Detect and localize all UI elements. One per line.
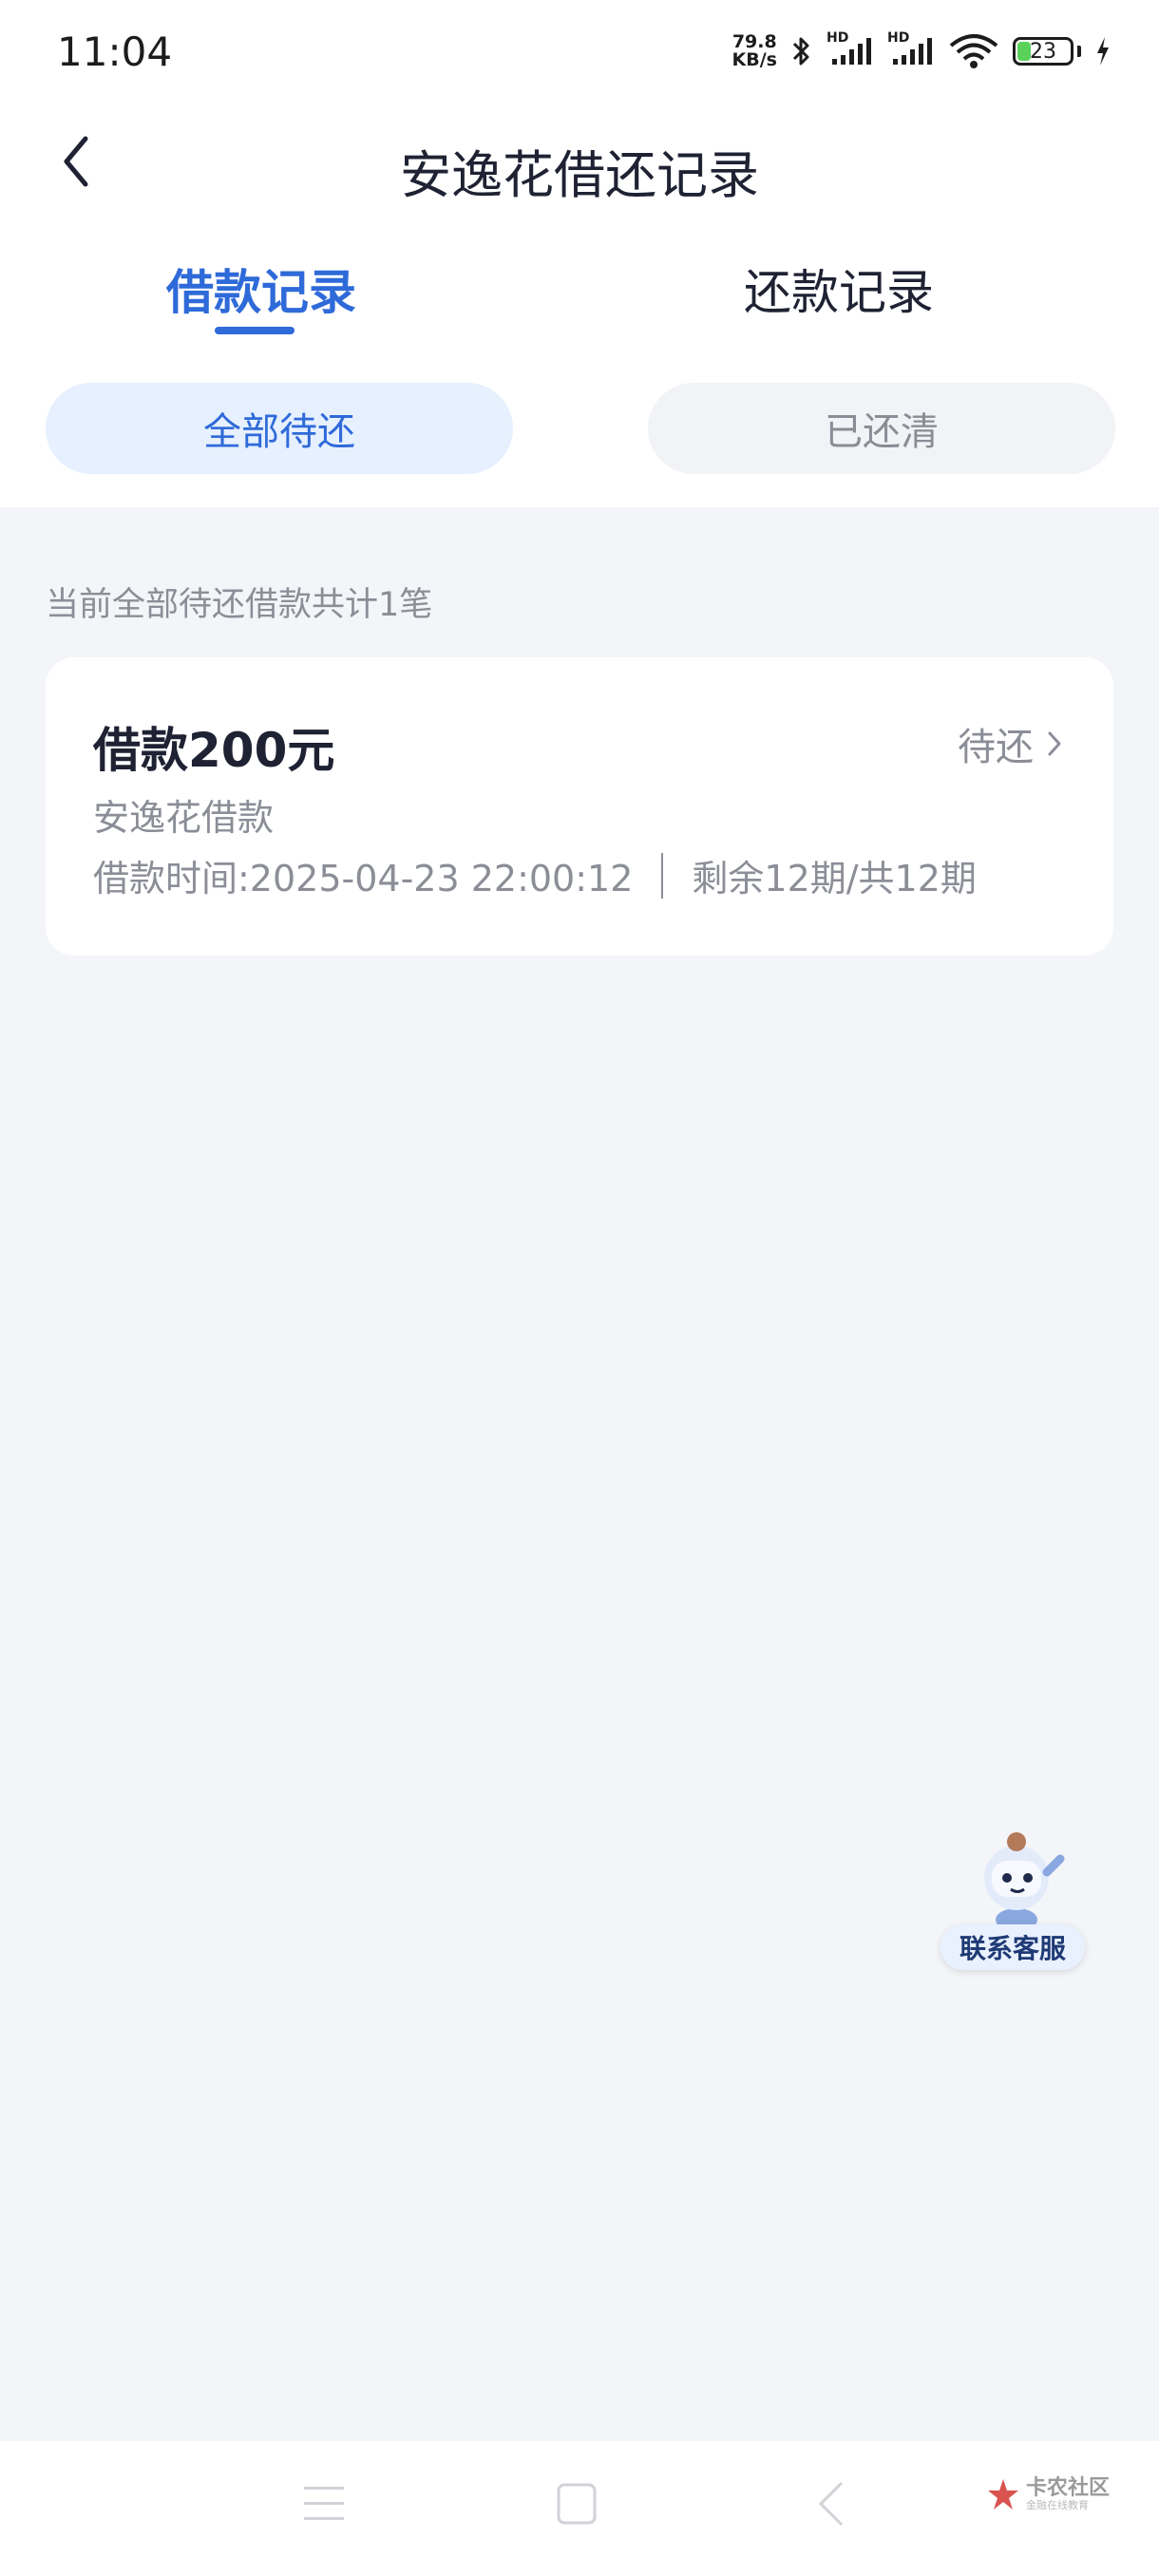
loan-time: 借款时间:2025-04-23 22:00:12	[93, 858, 634, 900]
loan-periods: 剩余12期/共12期	[692, 858, 977, 900]
filter-all-pending[interactable]: 全部待还	[46, 383, 513, 474]
charging-icon	[1097, 37, 1109, 66]
network-speed: 79.8 KB/s	[732, 31, 777, 70]
filter-cleared[interactable]: 已还清	[648, 383, 1115, 474]
signal-1-icon: HD	[826, 30, 874, 68]
battery-tip	[1077, 46, 1081, 57]
loan-status[interactable]: 待还	[958, 716, 1062, 771]
page-title: 安逸花借还记录	[400, 145, 759, 205]
mascot-icon	[984, 1832, 1065, 1931]
divider	[661, 852, 664, 899]
watermark-logo-icon	[988, 2479, 1018, 2510]
watermark-name: 卡农社区	[1026, 2476, 1111, 2500]
tab-loan-records[interactable]: 借款记录	[166, 255, 356, 323]
loan-record-card[interactable]: 借款200元 待还 安逸花借款 借款时间:2025-04-23 22:00:12…	[46, 657, 1113, 956]
watermark: 卡农社区 金融在线教育	[986, 2477, 1110, 2511]
watermark-subtitle: 金融在线教育	[1026, 2499, 1089, 2511]
system-nav-bar	[0, 2441, 1159, 2576]
contact-service-label: 联系客服	[940, 1924, 1085, 1970]
contact-service-button[interactable]: 联系客服	[940, 1828, 1089, 1976]
menu-icon[interactable]	[302, 2477, 346, 2530]
active-tab-indicator	[215, 327, 294, 334]
nav-back-icon[interactable]	[813, 2477, 851, 2530]
tab-repayment-records[interactable]: 还款记录	[744, 255, 934, 323]
bluetooth-icon	[792, 37, 809, 66]
status-time: 11:04	[57, 28, 173, 75]
chevron-right-icon	[1048, 731, 1061, 756]
signal-2-icon: HD	[887, 30, 935, 68]
wifi-icon	[949, 34, 998, 68]
battery-icon: 23	[1013, 37, 1074, 66]
loan-amount: 借款200元	[93, 723, 335, 778]
home-icon[interactable]	[555, 2477, 598, 2530]
loan-details: 借款时间:2025-04-23 22:00:12 剩余12期/共12期	[93, 849, 977, 901]
status-icons: 79.8 KB/s HD HD 23	[732, 30, 1112, 70]
loan-product: 安逸花借款	[93, 797, 275, 839]
summary-text: 当前全部待还借款共计1笔	[46, 586, 433, 624]
